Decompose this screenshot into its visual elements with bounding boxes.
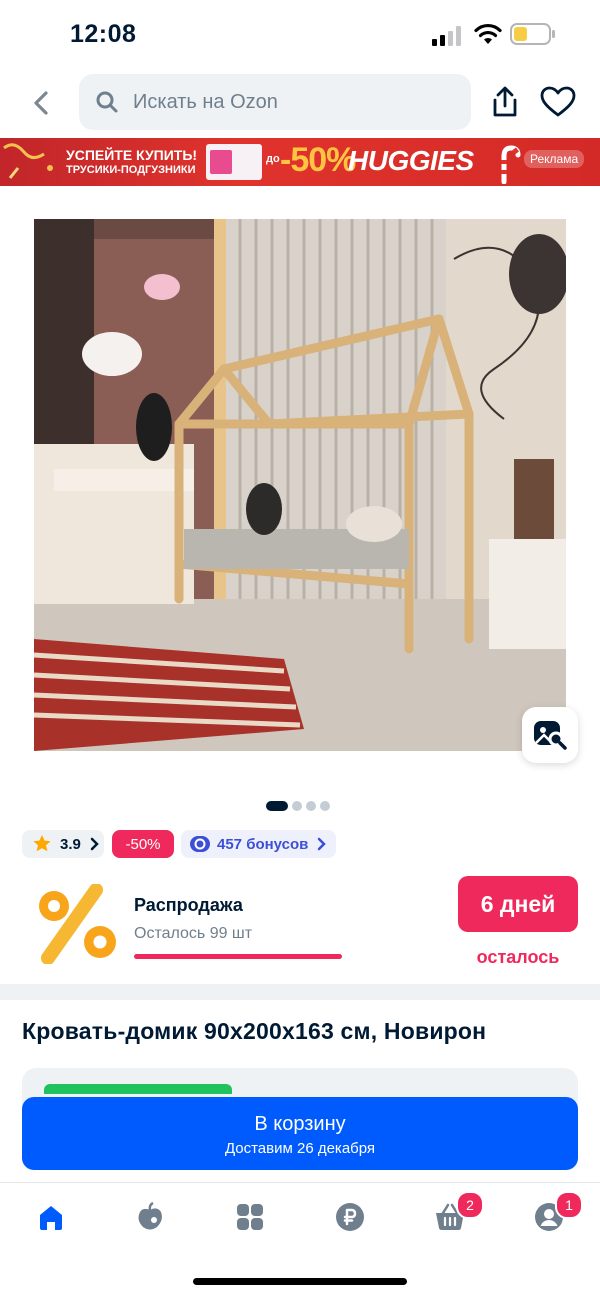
gallery-dot[interactable] <box>292 801 302 811</box>
search-placeholder: Искать на Ozon <box>133 90 278 113</box>
tab-catalog[interactable] <box>230 1197 270 1237</box>
tab-finance[interactable] <box>330 1197 370 1237</box>
back-arrow-icon[interactable] <box>26 86 56 120</box>
sale-progress-bar <box>134 954 342 959</box>
wifi-icon <box>474 23 502 44</box>
confetti-decoration-icon <box>3 143 53 179</box>
status-bar: 12:08 <box>0 0 600 70</box>
ruble-icon <box>336 1203 364 1231</box>
sale-progress-fill <box>134 954 342 959</box>
status-time: 12:08 <box>70 20 137 48</box>
banner-discount: -50% <box>280 141 356 179</box>
gallery-dot[interactable] <box>306 801 316 811</box>
home-indicator <box>193 1278 407 1285</box>
sale-title: Распродажа <box>134 895 243 915</box>
bonus-chip[interactable]: 457 бонусов <box>181 830 336 858</box>
catalog-icon <box>237 1204 263 1230</box>
cart-badge: 2 <box>456 1191 484 1219</box>
sale-days-caption: осталось <box>476 947 560 967</box>
profile-badge: 1 <box>555 1191 583 1219</box>
tab-profile[interactable]: 1 <box>529 1191 583 1237</box>
search-icon <box>96 91 118 113</box>
bonus-coin-icon <box>190 836 210 852</box>
chevron-right-icon <box>90 837 99 851</box>
gallery-dot[interactable] <box>320 801 330 811</box>
cart-button-delivery: Доставим 26 декабря <box>224 1140 376 1157</box>
search-input[interactable]: Искать на Ozon <box>79 74 471 130</box>
tab-fresh[interactable] <box>130 1197 170 1237</box>
candy-cane-icon <box>501 145 521 184</box>
rating-chip[interactable]: 3.9 <box>22 830 104 858</box>
rating-value: 3.9 <box>60 835 81 853</box>
gallery-pagination <box>266 801 330 811</box>
visual-search-button[interactable] <box>522 707 578 763</box>
sale-days-badge: 6 дней <box>458 876 578 932</box>
ad-banner[interactable]: УСПЕЙТЕ КУПИТЬ! ТРУСИКИ-ПОДГУЗНИКИ до -5… <box>0 138 600 186</box>
fresh-icon <box>138 1202 162 1230</box>
banner-upto: до <box>266 153 280 165</box>
bed-photo-illustration <box>34 219 566 751</box>
sale-block: Распродажа Осталось 99 шт 6 дней осталос… <box>0 858 600 984</box>
diaper-pack-image <box>206 144 262 180</box>
bonus-label: 457 бонусов <box>217 835 309 853</box>
favorite-heart-icon[interactable] <box>540 86 576 118</box>
gallery-dot-active[interactable] <box>266 801 288 811</box>
cellular-signal-icon <box>432 26 461 46</box>
top-navigation: Искать на Ozon <box>0 70 600 138</box>
chevron-right-icon <box>318 837 327 851</box>
share-icon[interactable] <box>488 84 522 120</box>
product-image[interactable] <box>34 219 566 751</box>
image-search-icon <box>534 721 567 750</box>
ad-label: Реклама <box>524 150 585 168</box>
banner-headline: УСПЕЙТЕ КУПИТЬ! <box>66 147 198 163</box>
star-icon <box>33 835 51 852</box>
battery-icon <box>510 23 555 45</box>
sale-remaining: Осталось 99 шт <box>134 925 253 942</box>
tab-cart[interactable]: 2 <box>430 1191 484 1237</box>
discount-chip: -50% <box>112 830 174 858</box>
percent-3d-icon <box>39 884 116 964</box>
product-title: Кровать-домик 90x200x163 см, Новирон <box>22 1018 487 1044</box>
section-divider <box>0 984 600 1000</box>
tab-home[interactable] <box>31 1197 71 1237</box>
banner-brand: HUGGIES <box>348 145 474 176</box>
cart-button-label: В корзину <box>254 1113 346 1135</box>
home-icon <box>40 1206 62 1230</box>
price-card-accent <box>44 1084 232 1094</box>
add-to-cart-button[interactable]: В корзину Доставим 26 декабря <box>22 1097 578 1170</box>
banner-subline: ТРУСИКИ-ПОДГУЗНИКИ <box>66 164 196 176</box>
